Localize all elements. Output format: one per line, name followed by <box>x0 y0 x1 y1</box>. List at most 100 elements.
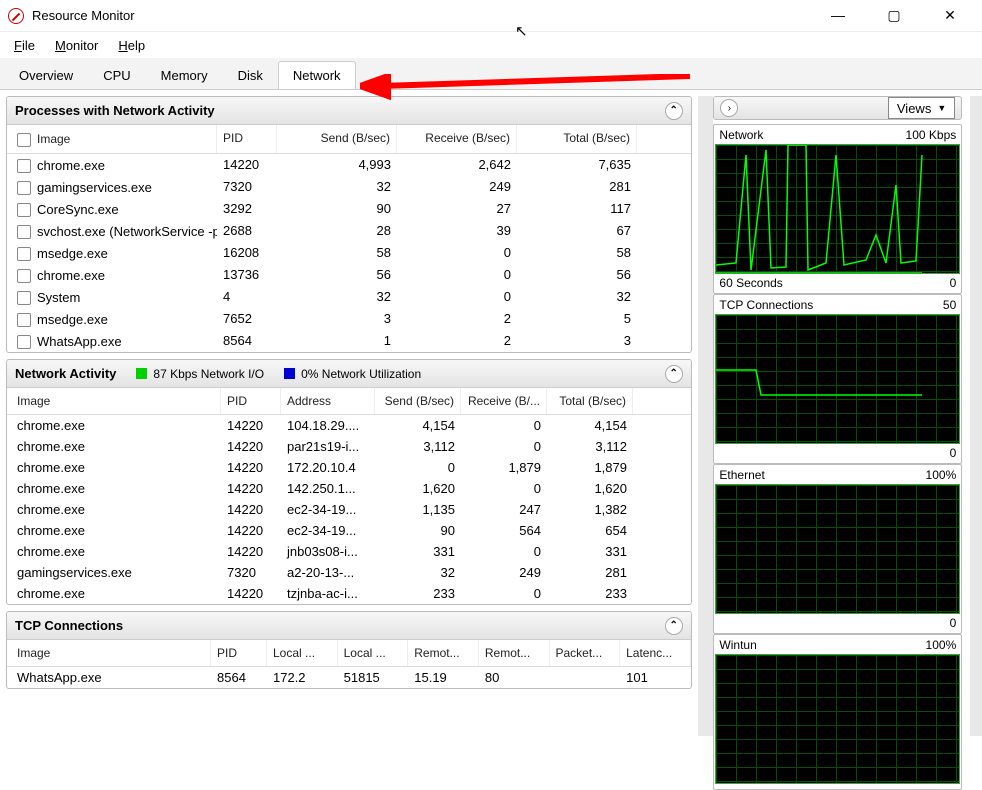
graph-title: Network <box>719 128 763 142</box>
status-util: 0% Network Utilization <box>301 367 421 381</box>
col-image[interactable]: Image <box>7 640 211 666</box>
io-swatch <box>136 368 147 379</box>
graph-footer-right: 0 <box>950 616 957 630</box>
col-send[interactable]: Send (B/sec) <box>277 125 397 153</box>
graph-footer-right: 0 <box>950 446 957 460</box>
collapse-button[interactable]: ⌃ <box>665 617 683 635</box>
col-recv[interactable]: Receive (B/sec) <box>397 125 517 153</box>
processes-header[interactable]: Image PID Send (B/sec) Receive (B/sec) T… <box>7 125 691 154</box>
col-addr[interactable]: Address <box>281 388 375 414</box>
graph-scale: 100 Kbps <box>906 128 957 142</box>
col-image[interactable]: Image <box>7 388 221 414</box>
graph-title: TCP Connections <box>719 298 813 312</box>
row-checkbox[interactable] <box>17 247 31 261</box>
views-dropdown[interactable]: Views ▼ <box>888 97 955 119</box>
panel-tcp-title: TCP Connections <box>15 618 123 633</box>
table-row[interactable]: chrome.exe 14220ec2-34-19... 90564654 <box>7 520 691 541</box>
col-latency[interactable]: Latenc... <box>620 640 691 666</box>
row-checkbox[interactable] <box>17 159 31 173</box>
status-io: 87 Kbps Network I/O <box>153 367 264 381</box>
graph-wintun: Wintun 100% <box>713 634 962 790</box>
table-row[interactable]: CoreSync.exe 329290 27117 <box>7 198 691 220</box>
window-controls: ― ▢ ✕ <box>824 7 974 24</box>
table-row[interactable]: chrome.exe 14220104.18.29.... 4,15404,15… <box>7 415 691 436</box>
table-row[interactable]: gamingservices.exe 7320a2-20-13-... 3224… <box>7 562 691 583</box>
minimize-button[interactable]: ― <box>824 7 852 24</box>
col-remoteaddr[interactable]: Remot... <box>408 640 479 666</box>
menu-monitor[interactable]: Monitor <box>49 36 104 55</box>
app-icon <box>8 8 24 24</box>
graph-footer-right: 0 <box>950 276 957 290</box>
menu-file[interactable]: File <box>8 36 41 55</box>
expand-right-button[interactable]: › <box>720 99 738 117</box>
tab-memory[interactable]: Memory <box>146 61 223 89</box>
col-localaddr[interactable]: Local ... <box>267 640 338 666</box>
table-row[interactable]: gamingservices.exe 732032 249281 <box>7 176 691 198</box>
graph-network: Network100 Kbps 60 Seconds0 <box>713 124 962 294</box>
panel-activity-title: Network Activity <box>15 366 116 381</box>
titlebar: Resource Monitor ― ▢ ✕ <box>0 0 982 32</box>
table-row[interactable]: msedge.exe 76523 25 <box>7 308 691 330</box>
table-row[interactable]: chrome.exe 14220jnb03s08-i... 3310331 <box>7 541 691 562</box>
table-row[interactable]: chrome.exe 14220tzjnba-ac-i... 2330233 <box>7 583 691 604</box>
col-pid[interactable]: PID <box>211 640 267 666</box>
table-row[interactable]: chrome.exe 14220par21s19-i... 3,11203,11… <box>7 436 691 457</box>
row-checkbox[interactable] <box>17 313 31 327</box>
col-packetloss[interactable]: Packet... <box>550 640 621 666</box>
col-pid[interactable]: PID <box>221 388 281 414</box>
graph-scale: 50 <box>943 298 956 312</box>
table-row[interactable]: chrome.exe 14220142.250.1... 1,62001,620 <box>7 478 691 499</box>
tab-overview[interactable]: Overview <box>4 61 88 89</box>
col-pid[interactable]: PID <box>217 125 277 153</box>
table-row[interactable]: chrome.exe 142204,993 2,6427,635 <box>7 154 691 176</box>
left-scrollbar[interactable] <box>698 96 714 736</box>
panel-tcp: TCP Connections ⌃ Image PID Local ... Lo… <box>6 611 692 689</box>
tab-disk[interactable]: Disk <box>223 61 278 89</box>
col-total[interactable]: Total (B/sec) <box>547 388 633 414</box>
col-send[interactable]: Send (B/sec) <box>375 388 461 414</box>
row-checkbox[interactable] <box>17 291 31 305</box>
tab-network[interactable]: Network <box>278 61 356 89</box>
graph-scale: 100% <box>926 638 957 652</box>
row-checkbox[interactable] <box>17 203 31 217</box>
table-row[interactable]: chrome.exe 14220172.20.10.4 01,8791,879 <box>7 457 691 478</box>
views-label: Views <box>897 101 931 116</box>
tcp-header[interactable]: Image PID Local ... Local ... Remot... R… <box>7 640 691 667</box>
activity-header[interactable]: Image PID Address Send (B/sec) Receive (… <box>7 388 691 415</box>
col-localport[interactable]: Local ... <box>338 640 409 666</box>
tabs: Overview CPU Memory Disk Network <box>0 58 982 90</box>
table-row[interactable]: System 432 032 <box>7 286 691 308</box>
right-scrollbar[interactable] <box>970 96 982 736</box>
graph-title: Wintun <box>719 638 756 652</box>
table-row[interactable]: chrome.exe 14220ec2-34-19... 1,1352471,3… <box>7 499 691 520</box>
close-button[interactable]: ✕ <box>936 7 964 24</box>
collapse-button[interactable]: ⌃ <box>665 102 683 120</box>
row-checkbox[interactable] <box>17 269 31 283</box>
col-recv[interactable]: Receive (B/... <box>461 388 547 414</box>
menubar: File Monitor Help <box>0 32 982 58</box>
row-checkbox[interactable] <box>17 335 31 349</box>
table-row[interactable]: chrome.exe 1373656 056 <box>7 264 691 286</box>
panel-activity: Network Activity 87 Kbps Network I/O 0% … <box>6 359 692 605</box>
row-checkbox[interactable] <box>17 225 31 239</box>
graph-ethernet: Ethernet100% 0 <box>713 464 962 634</box>
col-remoteport[interactable]: Remot... <box>479 640 550 666</box>
table-row[interactable]: WhatsApp.exe8564 172.25181515.19 80101 <box>7 667 691 688</box>
tab-cpu[interactable]: CPU <box>88 61 145 89</box>
col-total[interactable]: Total (B/sec) <box>517 125 637 153</box>
panel-processes: Processes with Network Activity ⌃ Image … <box>6 96 692 353</box>
row-checkbox[interactable] <box>17 181 31 195</box>
table-row[interactable]: WhatsApp.exe 85641 23 <box>7 330 691 352</box>
menu-help[interactable]: Help <box>112 36 151 55</box>
chevron-down-icon: ▼ <box>937 103 946 113</box>
collapse-button[interactable]: ⌃ <box>665 365 683 383</box>
right-toolbar: › Views ▼ <box>713 96 962 120</box>
checkbox-all[interactable] <box>17 133 31 147</box>
window-title: Resource Monitor <box>32 8 135 23</box>
col-image[interactable]: Image <box>37 132 70 146</box>
table-row[interactable]: msedge.exe 1620858 058 <box>7 242 691 264</box>
graph-title: Ethernet <box>719 468 764 482</box>
table-row[interactable]: svchost.exe (NetworkService -p) 268828 3… <box>7 220 691 242</box>
maximize-button[interactable]: ▢ <box>880 7 908 24</box>
graph-tcp-connections: TCP Connections 50 0 <box>713 294 962 464</box>
